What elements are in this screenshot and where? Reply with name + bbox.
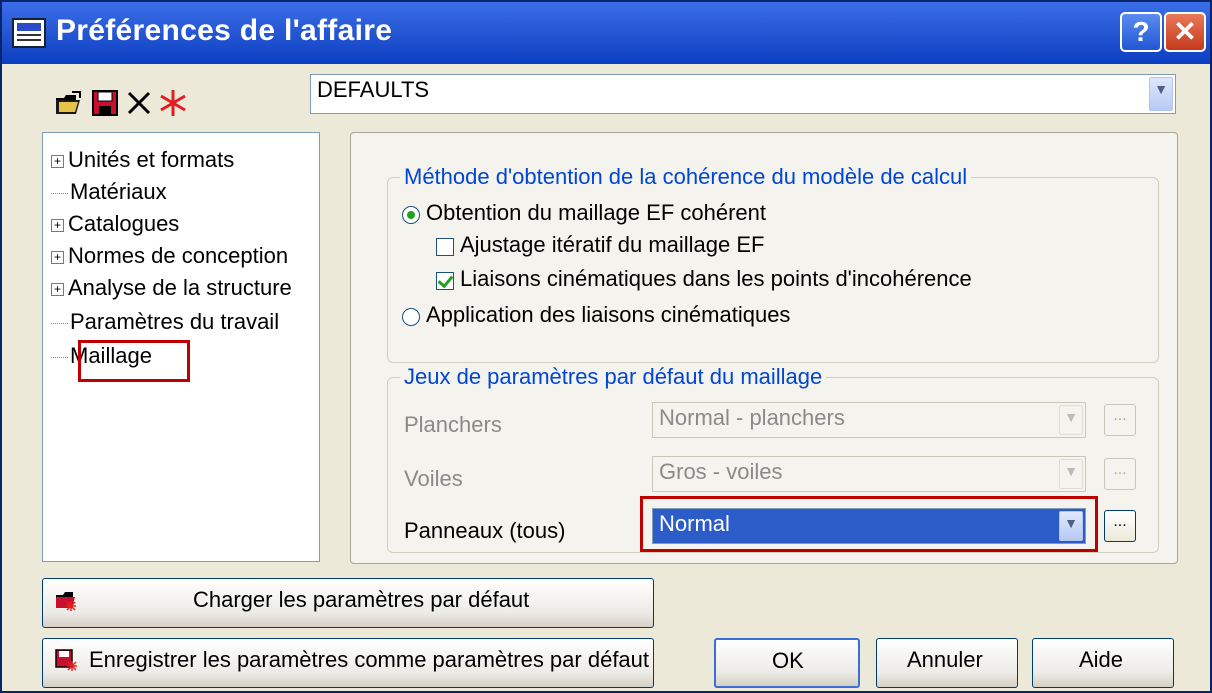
expand-icon[interactable]: +: [51, 250, 64, 264]
expand-icon[interactable]: +: [51, 282, 64, 296]
tree-connector: [51, 192, 68, 194]
ok-button[interactable]: OK: [714, 638, 860, 688]
coherence-legend: Méthode d'obtention de la cohérence du m…: [400, 164, 972, 190]
panels-select-highlight: [640, 496, 1098, 552]
save-icon[interactable]: [90, 88, 120, 118]
kinematic-links-label[interactable]: Liaisons cinématiques dans les points d'…: [460, 266, 972, 292]
tree-item-label: Matériaux: [70, 179, 167, 204]
tree-item-label: Normes de conception: [68, 243, 289, 268]
preset-value: DEFAULTS: [317, 77, 430, 102]
option-coherent-mesh-label[interactable]: Obtention du maillage EF cohérent: [426, 200, 766, 226]
cancel-button[interactable]: Annuler: [876, 638, 1018, 688]
window-title: Préférences de l'affaire: [56, 14, 393, 47]
kinematic-links-checkbox[interactable]: [436, 272, 454, 290]
close-button[interactable]: ✕: [1164, 12, 1206, 52]
tree-item-catalogs[interactable]: + Catalogues: [51, 211, 179, 241]
app-window-icon: [12, 18, 46, 48]
tree-item-label: Unités et formats: [68, 147, 235, 172]
iterative-adjust-label[interactable]: Ajustage itératif du maillage EF: [460, 232, 765, 258]
ok-label: OK: [772, 648, 804, 673]
help-title-button[interactable]: ?: [1120, 12, 1162, 52]
walls-value: Gros - voiles: [659, 459, 783, 484]
help-label: Aide: [1079, 647, 1124, 672]
tree-item-materials[interactable]: Matériaux: [51, 179, 167, 209]
tree-item-label: Paramètres du travail: [70, 309, 280, 334]
meshing-highlight: [78, 340, 190, 382]
tree-item-units[interactable]: + Unités et formats: [51, 147, 234, 177]
floors-value: Normal - planchers: [659, 405, 845, 430]
panels-ellipsis-button[interactable]: ...: [1104, 510, 1136, 542]
load-defaults-button[interactable]: Charger les paramètres par défaut: [42, 578, 654, 628]
open-folder-icon[interactable]: [54, 88, 84, 118]
walls-ellipsis-button: ...: [1104, 458, 1136, 490]
chevron-down-icon[interactable]: ▼: [1149, 77, 1173, 111]
mesh-defaults-legend: Jeux de paramètres par défaut du maillag…: [400, 364, 827, 390]
option-kinematic-links-radio[interactable]: [402, 308, 420, 326]
coherence-group: Méthode d'obtention de la cohérence du m…: [387, 164, 1159, 363]
floors-select: Normal - planchers ▼: [652, 402, 1086, 438]
help-button[interactable]: Aide: [1032, 638, 1174, 688]
delete-icon[interactable]: [124, 88, 154, 118]
save-default-icon: [55, 649, 77, 671]
option-coherent-mesh-radio[interactable]: [402, 206, 420, 224]
chevron-down-icon: ▼: [1059, 459, 1083, 489]
chevron-down-icon: ▼: [1059, 405, 1083, 435]
tree-item-structure-analysis[interactable]: + Analyse de la structure: [51, 275, 292, 305]
floors-label: Planchers: [404, 412, 502, 437]
tree-connector: [51, 356, 68, 358]
tree-item-label: Analyse de la structure: [68, 275, 292, 300]
preferences-dialog: Préférences de l'affaire ? ✕ DEFAULTS ▼ …: [0, 0, 1212, 693]
new-star-icon[interactable]: [158, 88, 188, 118]
tree-item-label: Catalogues: [68, 211, 180, 236]
tree-connector: [51, 322, 68, 324]
save-as-defaults-label: Enregistrer les paramètres comme paramèt…: [89, 647, 650, 672]
tree-item-design-codes[interactable]: + Normes de conception: [51, 243, 288, 273]
load-defaults-label: Charger les paramètres par défaut: [193, 587, 530, 612]
walls-select: Gros - voiles ▼: [652, 456, 1086, 492]
title-bar[interactable]: Préférences de l'affaire ? ✕: [2, 2, 1210, 64]
panels-label: Panneaux (tous): [404, 518, 566, 543]
load-folder-icon: [56, 592, 76, 611]
preset-select[interactable]: DEFAULTS ▼: [310, 74, 1176, 114]
walls-label: Voiles: [404, 466, 463, 491]
expand-icon[interactable]: +: [51, 218, 64, 232]
option-kinematic-links-label[interactable]: Application des liaisons cinématiques: [426, 302, 790, 328]
cancel-label: Annuler: [907, 647, 983, 672]
iterative-adjust-checkbox[interactable]: [436, 238, 454, 256]
floors-ellipsis-button: ...: [1104, 404, 1136, 436]
tree-item-job-parameters[interactable]: Paramètres du travail: [51, 309, 279, 339]
save-as-defaults-button[interactable]: Enregistrer les paramètres comme paramèt…: [42, 638, 654, 688]
expand-icon[interactable]: +: [51, 154, 64, 168]
